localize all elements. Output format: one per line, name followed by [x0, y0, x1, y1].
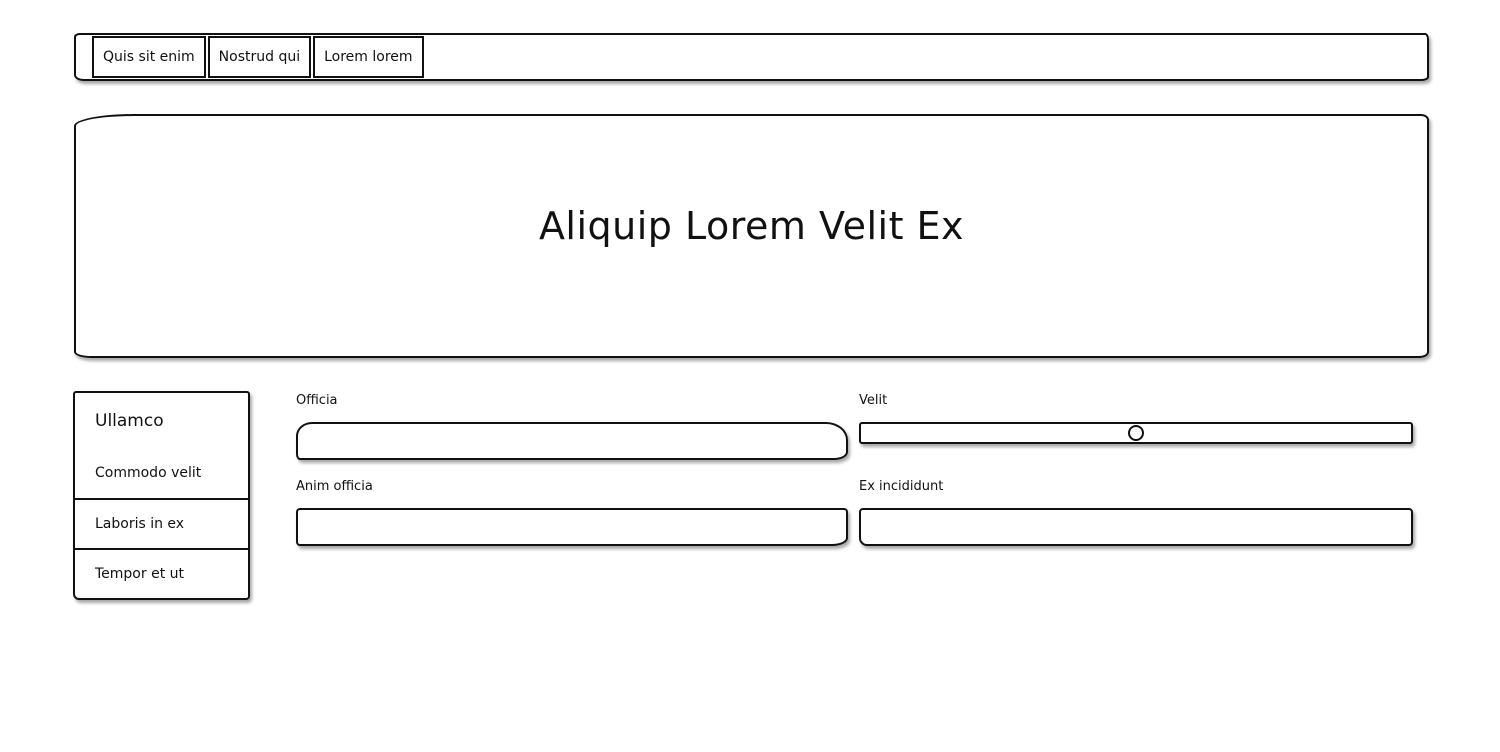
velit-label: Velit	[859, 393, 888, 408]
nav-tab-label: Quis sit enim	[103, 49, 195, 65]
nav-tab-label: Nostrud qui	[218, 49, 301, 65]
sidebar-item-label: Tempor et ut	[95, 565, 184, 582]
sidebar-item-tempor-et-ut[interactable]: Tempor et ut	[75, 548, 248, 597]
nav-tab-lorem-lorem[interactable]: Lorem lorem	[313, 36, 424, 78]
velit-slider[interactable]	[859, 422, 1413, 444]
slider-thumb[interactable]	[1128, 425, 1144, 441]
sidebar-title: Ullamco	[95, 411, 164, 431]
page: Quis sit enim Nostrud qui Lorem lorem Al…	[0, 0, 1500, 752]
nav-tabs: Quis sit enim Nostrud qui Lorem lorem	[92, 36, 426, 78]
ex-incididunt-label: Ex incididunt	[859, 479, 944, 494]
ex-incididunt-input[interactable]	[859, 508, 1413, 546]
sidebar-item-label: Commodo velit	[95, 464, 202, 481]
anim-officia-input[interactable]	[296, 508, 848, 546]
nav-tab-label: Lorem lorem	[324, 49, 413, 65]
nav-tab-quis-sit-enim[interactable]: Quis sit enim	[92, 36, 206, 78]
nav-tab-nostrud-qui[interactable]: Nostrud qui	[207, 36, 312, 78]
anim-officia-label: Anim officia	[296, 479, 373, 494]
sidebar-item-laboris-in-ex[interactable]: Laboris in ex	[75, 498, 248, 547]
sidebar-item-commodo-velit[interactable]: Commodo velit	[75, 448, 248, 497]
hero-title: Aliquip Lorem Velit Ex	[538, 204, 965, 248]
hero-banner: Aliquip Lorem Velit Ex	[74, 114, 1429, 358]
top-navbar: Quis sit enim Nostrud qui Lorem lorem	[74, 33, 1429, 81]
sidebar: Ullamco Commodo velit Laboris in ex Temp…	[73, 391, 250, 600]
sidebar-item-label: Laboris in ex	[95, 515, 185, 532]
officia-label: Officia	[296, 393, 338, 408]
officia-input[interactable]	[296, 422, 848, 460]
